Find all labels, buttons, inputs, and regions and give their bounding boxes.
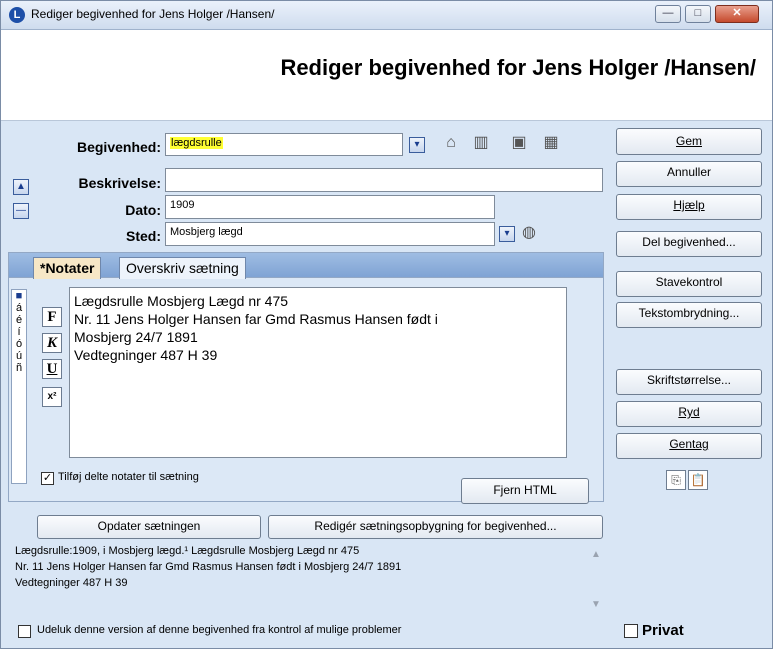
scroll-down-icon[interactable]: ▼ bbox=[591, 599, 601, 610]
paste-icon[interactable]: 📋 bbox=[688, 470, 708, 490]
notes-line: Lægdsrulle Mosbjerg Lægd nr 475 bbox=[74, 293, 289, 309]
description-field[interactable] bbox=[165, 168, 603, 192]
underline-button[interactable]: U bbox=[42, 359, 62, 379]
notes-editor[interactable]: Lægdsrulle Mosbjerg Lægd nr 475 Nr. 11 J… bbox=[69, 287, 567, 458]
notes-line: Vedtegninger 487 H 39 bbox=[74, 347, 218, 363]
save-button[interactable]: Gem bbox=[616, 128, 762, 155]
media-icon[interactable]: ▣ bbox=[509, 133, 529, 153]
event-dropdown-button[interactable]: ▾ bbox=[409, 137, 425, 153]
sentence-line: Nr. 11 Jens Holger Hansen far Gmd Rasmus… bbox=[15, 561, 402, 573]
home-icon[interactable]: ⌂ bbox=[441, 133, 461, 153]
sentence-scrollbar[interactable]: ▲ ▼ bbox=[589, 541, 605, 617]
notes-line: Mosbjerg 24/7 1891 bbox=[74, 329, 198, 345]
exclude-label: Udeluk denne version af denne begivenhed… bbox=[37, 624, 402, 636]
place-dropdown-button[interactable]: ▾ bbox=[499, 226, 515, 242]
scroll-up-icon[interactable]: ▲ bbox=[591, 549, 601, 560]
update-sentence-button[interactable]: Opdater sætningen bbox=[37, 515, 261, 539]
event-editor-window: L Rediger begivenhed for Jens Holger /Ha… bbox=[0, 0, 773, 649]
sentence-line: Lægdsrulle:1909, i Mosbjerg lægd.¹ Lægds… bbox=[15, 545, 360, 557]
char-u-acute[interactable]: ú bbox=[12, 350, 26, 362]
date-field[interactable]: 1909 bbox=[165, 195, 495, 219]
private-checkbox[interactable] bbox=[624, 624, 638, 638]
shared-notes-label: Tilføj delte notater til sætning bbox=[58, 471, 199, 483]
minimize-button[interactable]: — bbox=[655, 5, 681, 23]
tab-notes[interactable]: *Notater bbox=[33, 257, 102, 279]
clear-label: Ryd bbox=[678, 405, 700, 419]
repeat-label: Gentag bbox=[669, 437, 709, 451]
char-n-tilde[interactable]: ñ bbox=[12, 362, 26, 374]
book-icon[interactable]: ▥ bbox=[471, 133, 491, 153]
place-field[interactable]: Mosbjerg lægd bbox=[165, 222, 495, 246]
description-label: Beskrivelse: bbox=[78, 175, 161, 191]
cancel-button[interactable]: Annuller bbox=[616, 161, 762, 187]
special-characters-bar: ■ á é í ó ú ñ bbox=[11, 289, 27, 484]
title-bar: L Rediger begivenhed for Jens Holger /Ha… bbox=[1, 1, 772, 30]
save-label: Gem bbox=[675, 134, 702, 148]
remove-html-button[interactable]: Fjern HTML bbox=[461, 478, 589, 504]
help-label: Hjælp bbox=[673, 198, 705, 212]
tab-strip: *Notater Overskriv sætning bbox=[8, 252, 604, 279]
globe-icon[interactable]: ◍ bbox=[519, 223, 539, 243]
bold-button[interactable]: F bbox=[42, 307, 62, 327]
window-title: Rediger begivenhed for Jens Holger /Hans… bbox=[31, 7, 275, 21]
italic-button[interactable]: K bbox=[42, 333, 62, 353]
event-label: Begivenhed: bbox=[76, 139, 161, 155]
clear-button[interactable]: Ryd bbox=[616, 401, 762, 427]
date-label: Dato: bbox=[125, 202, 161, 218]
close-button[interactable]: ✕ bbox=[715, 5, 759, 23]
shared-notes-checkbox[interactable]: ✓ bbox=[41, 472, 54, 485]
edit-sentence-structure-button[interactable]: Redigér sætningsopbygning for begivenhed… bbox=[268, 515, 603, 539]
copy-icon[interactable]: ⎘ bbox=[666, 470, 686, 490]
font-size-button[interactable]: Skriftstørrelse... bbox=[616, 369, 762, 395]
tab-override-sentence[interactable]: Overskriv sætning bbox=[119, 257, 246, 279]
superscript-button[interactable]: x² bbox=[42, 387, 62, 407]
spellcheck-button[interactable]: Stavekontrol bbox=[616, 271, 762, 297]
sentence-preview: Lægdsrulle:1909, i Mosbjerg lægd.¹ Lægds… bbox=[15, 543, 607, 617]
char-o-acute[interactable]: ó bbox=[12, 338, 26, 350]
app-logo-icon: L bbox=[9, 7, 25, 23]
help-button[interactable]: Hjælp bbox=[616, 194, 762, 220]
text-wrap-button[interactable]: Tekstombrydning... bbox=[616, 302, 762, 328]
char-a-acute[interactable]: á bbox=[12, 302, 26, 314]
place-label: Sted: bbox=[126, 228, 161, 244]
repeat-button[interactable]: Gentag bbox=[616, 433, 762, 459]
private-label: Privat bbox=[642, 622, 684, 639]
header-panel: Rediger begivenhed for Jens Holger /Hans… bbox=[1, 30, 772, 121]
maximize-button[interactable]: □ bbox=[685, 5, 711, 23]
exclude-checkbox[interactable] bbox=[18, 625, 31, 638]
event-field[interactable]: lægdsrulle bbox=[165, 133, 403, 156]
page-title: Rediger begivenhed for Jens Holger /Hans… bbox=[280, 55, 756, 80]
event-value: lægdsrulle bbox=[170, 137, 223, 149]
calendar-icon[interactable]: ▦ bbox=[541, 133, 561, 153]
share-event-button[interactable]: Del begivenhed... bbox=[616, 231, 762, 257]
char-e-acute[interactable]: é bbox=[12, 314, 26, 326]
char-bar-icon: ■ bbox=[15, 290, 23, 302]
sentence-line: Vedtegninger 487 H 39 bbox=[15, 577, 128, 589]
char-i-acute[interactable]: í bbox=[12, 326, 26, 338]
notes-line: Nr. 11 Jens Holger Hansen far Gmd Rasmus… bbox=[74, 311, 438, 327]
